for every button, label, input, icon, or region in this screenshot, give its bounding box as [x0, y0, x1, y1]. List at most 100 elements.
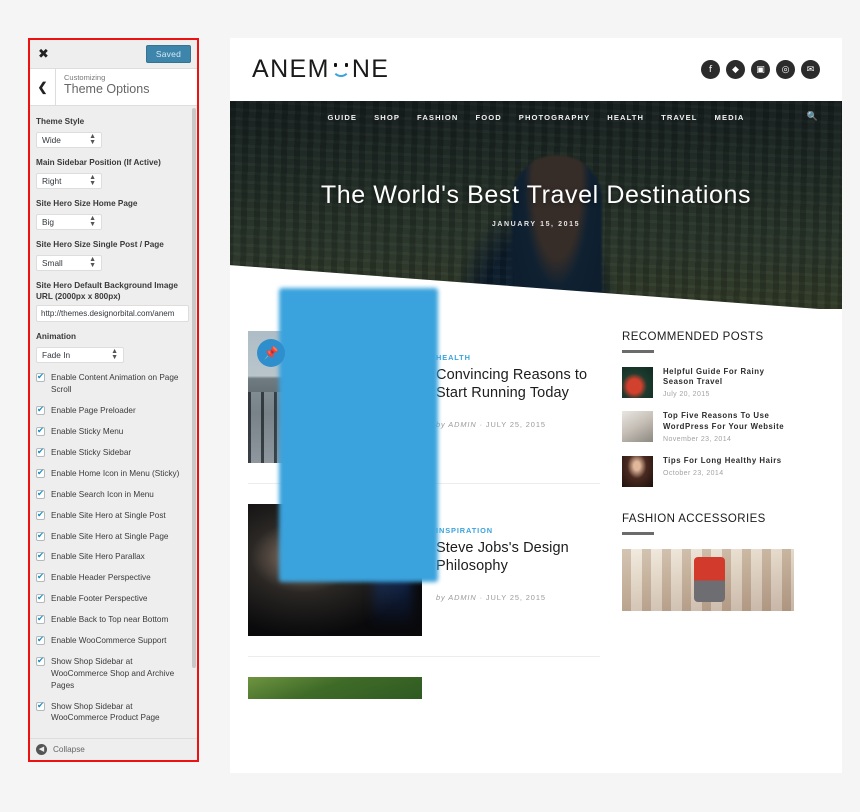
email-icon[interactable]: ✉ [801, 60, 820, 79]
site-logo[interactable]: ANEM NE [252, 55, 389, 84]
hero-image-url-input[interactable]: http://themes.designorbital.com/anem [36, 305, 189, 323]
recommended-title[interactable]: Top Five Reasons To Use WordPress For Yo… [663, 411, 794, 433]
nav-item-guide[interactable]: GUIDE [328, 113, 358, 122]
checkbox-hero-single-page[interactable]: Enable Site Hero at Single Page [36, 530, 189, 543]
post-category[interactable]: HEALTH [436, 353, 600, 362]
nav-item-media[interactable]: MEDIA [715, 113, 745, 122]
checkbox-icon[interactable] [36, 509, 45, 521]
control-hero-size-single: Site Hero Size Single Post / Page Small … [36, 239, 189, 272]
recommended-thumbnail [622, 456, 653, 488]
customizer-scrollbar[interactable] [192, 108, 196, 668]
select-value: Wide [42, 135, 61, 146]
post-author: by ADMIN [436, 593, 477, 603]
site-content: 📌 HEALTH Convincing Reasons to Start Run… [230, 309, 842, 699]
chevron-updown-icon: ▲ ▼ [111, 348, 118, 362]
checkbox-sticky-sidebar[interactable]: Enable Sticky Sidebar [36, 446, 189, 459]
checkbox-icon[interactable] [36, 467, 45, 479]
checkbox-icon[interactable] [36, 404, 45, 417]
animation-select[interactable]: Fade In ▲ ▼ [36, 347, 124, 364]
page-title: Theme Options [64, 82, 150, 96]
site-preview-pane: ANEM NE f ◆ ▣ ◎ ✉ GUIDE SHOP FASHION FOO… [230, 38, 842, 773]
checkbox-icon[interactable] [36, 592, 45, 605]
hero-text: The World's Best Travel Destinations JAN… [230, 181, 842, 228]
checkbox-icon[interactable] [36, 634, 45, 646]
checkbox-hero-single-post[interactable]: Enable Site Hero at Single Post [36, 509, 189, 522]
post-thumbnail-partial[interactable] [248, 677, 422, 699]
checkbox-icon[interactable] [36, 613, 45, 625]
smiley-face-icon [331, 60, 351, 80]
select-value: Right [42, 176, 62, 187]
chevron-updown-icon: ▲ ▼ [89, 133, 96, 147]
nav-item-photography[interactable]: PHOTOGRAPHY [519, 113, 590, 122]
customizer-panel: ✖ Saved ❮ Customizing Theme Options Them… [30, 40, 197, 760]
pin-icon: 📌 [257, 339, 285, 367]
recommended-date: July 20, 2015 [663, 391, 710, 399]
select-value: Big [42, 217, 54, 228]
search-icon[interactable]: 🔍 [807, 112, 818, 122]
checkbox-icon[interactable] [36, 550, 45, 563]
checkbox-icon[interactable] [36, 571, 45, 584]
recommended-thumbnail [622, 366, 653, 398]
customizer-controls[interactable]: Theme Style Wide ▲ ▼ Main Sidebar Positio… [30, 106, 197, 738]
checkbox-label: Enable Page Preloader [51, 406, 136, 416]
checkbox-sticky-menu[interactable]: Enable Sticky Menu [36, 425, 189, 438]
close-icon[interactable]: ✖ [38, 48, 49, 61]
post-meta-separator: · [479, 420, 483, 430]
checkbox-home-icon-menu[interactable]: Enable Home Icon in Menu (Sticky) [36, 467, 189, 480]
checkbox-content-animation[interactable]: Enable Content Animation on Page Scroll [36, 371, 189, 396]
hero-size-home-select[interactable]: Big ▲ ▼ [36, 214, 102, 231]
list-item[interactable]: Helpful Guide For Rainy Season Travel Ju… [622, 366, 794, 399]
checkbox-footer-perspective[interactable]: Enable Footer Perspective [36, 592, 189, 605]
checkbox-icon[interactable] [36, 655, 45, 667]
checkbox-woocommerce-support[interactable]: Enable WooCommerce Support [36, 634, 189, 647]
widget-rule [622, 350, 654, 353]
checkbox-shop-sidebar-archive[interactable]: Show Shop Sidebar at WooCommerce Shop an… [36, 655, 189, 692]
checkbox-page-preloader[interactable]: Enable Page Preloader [36, 404, 189, 417]
facebook-icon[interactable]: f [701, 60, 720, 79]
checkbox-icon[interactable] [36, 425, 45, 437]
widget-title: FASHION ACCESSORIES [622, 513, 766, 526]
control-label: Main Sidebar Position (If Active) [36, 158, 161, 168]
widget-rule [622, 532, 654, 535]
checkbox-back-to-top[interactable]: Enable Back to Top near Bottom [36, 613, 189, 626]
checkbox-label: Enable Footer Perspective [51, 594, 148, 604]
theme-style-select[interactable]: Wide ▲ ▼ [36, 132, 102, 149]
nav-item-travel[interactable]: TRAVEL [661, 113, 697, 122]
checkbox-hero-parallax[interactable]: Enable Site Hero Parallax [36, 550, 189, 563]
widget-recommended-posts: RECOMMENDED POSTS Helpful Guide For Rain… [622, 331, 794, 488]
list-item[interactable]: Tips For Long Healthy Hairs October 23, … [622, 456, 794, 488]
recommended-title[interactable]: Tips For Long Healthy Hairs [663, 456, 782, 467]
recommended-title[interactable]: Helpful Guide For Rainy Season Travel [663, 367, 794, 389]
post-category[interactable]: INSPIRATION [436, 526, 600, 535]
instagram-icon[interactable]: ▣ [751, 60, 770, 79]
checkbox-icon[interactable] [36, 371, 45, 384]
list-item[interactable]: Top Five Reasons To Use WordPress For Yo… [622, 411, 794, 443]
chevron-left-icon[interactable]: ❮ [30, 69, 56, 105]
select-value: Small [42, 258, 63, 269]
nav-item-health[interactable]: HEALTH [607, 113, 644, 122]
main-column: 📌 HEALTH Convincing Reasons to Start Run… [248, 331, 600, 699]
checkbox-icon[interactable] [36, 530, 45, 542]
logo-text-right: NE [351, 55, 390, 83]
collapse-button[interactable]: ◀ Collapse [30, 738, 197, 760]
widget-fashion-accessories: FASHION ACCESSORIES [622, 513, 794, 611]
sidebar-position-select[interactable]: Right ▲ ▼ [36, 173, 102, 190]
twitter-icon[interactable]: ◆ [726, 60, 745, 79]
post-title[interactable]: Convincing Reasons to Start Running Toda… [436, 367, 600, 402]
post-title[interactable]: Steve Jobs's Design Philosophy [436, 540, 600, 575]
pinterest-icon[interactable]: ◎ [776, 60, 795, 79]
nav-item-shop[interactable]: SHOP [374, 113, 400, 122]
checkbox-icon[interactable] [36, 700, 45, 712]
checkbox-header-perspective[interactable]: Enable Header Perspective [36, 571, 189, 584]
checkbox-icon[interactable] [36, 446, 45, 458]
nav-item-food[interactable]: FOOD [475, 113, 501, 122]
fashion-banner-image[interactable] [622, 548, 794, 611]
checkbox-search-icon-menu[interactable]: Enable Search Icon in Menu [36, 488, 189, 501]
save-button[interactable]: Saved [145, 45, 191, 63]
hero-size-single-select[interactable]: Small ▲ ▼ [36, 255, 102, 272]
hero-date: JANUARY 15, 2015 [491, 221, 581, 228]
checkbox-shop-sidebar-product[interactable]: Show Shop Sidebar at WooCommerce Product… [36, 700, 189, 725]
checkbox-icon[interactable] [36, 488, 45, 500]
nav-item-fashion[interactable]: FASHION [417, 113, 458, 122]
post-date: JULY 25, 2015 [485, 593, 546, 603]
